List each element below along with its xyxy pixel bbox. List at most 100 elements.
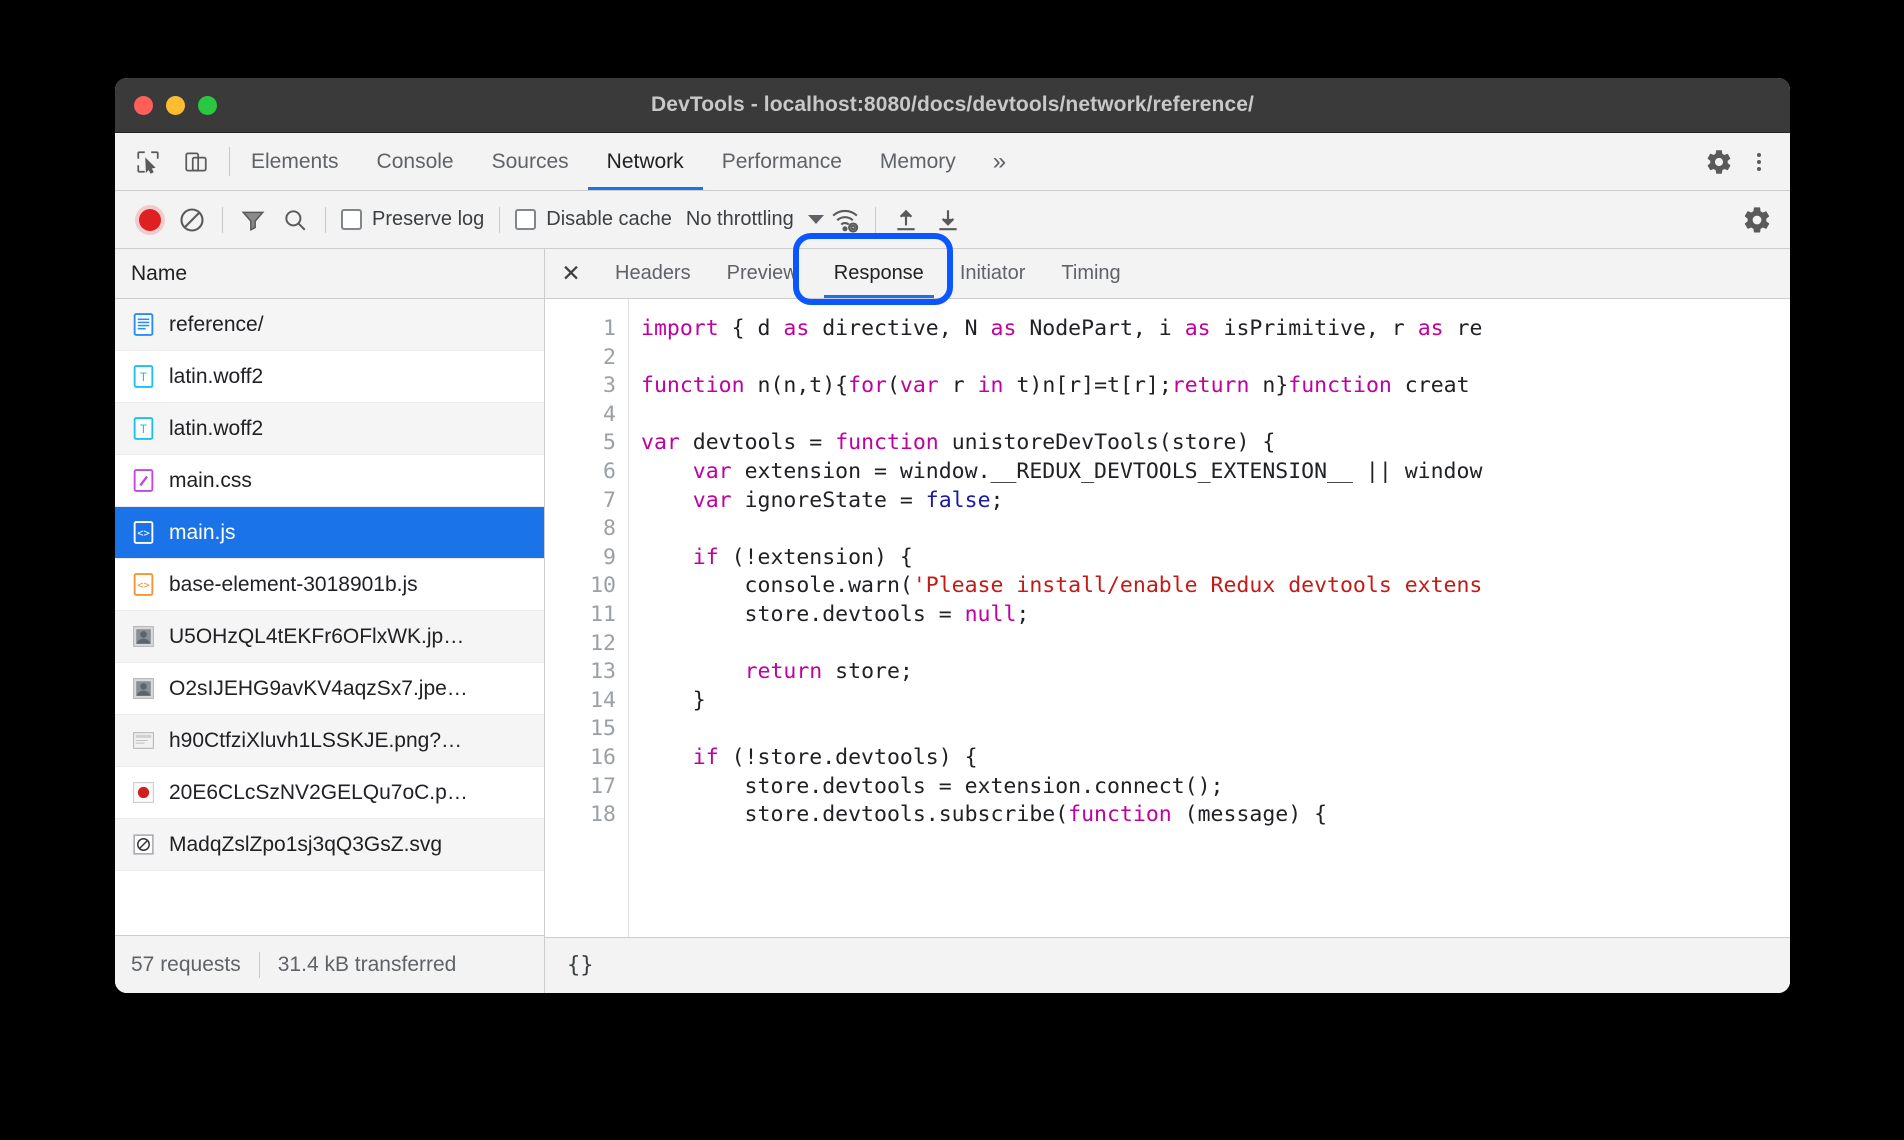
code-token: } — [641, 688, 706, 713]
tab-elements[interactable]: Elements — [232, 133, 358, 190]
tab-timing[interactable]: Timing — [1043, 249, 1138, 298]
code-line — [641, 515, 1790, 544]
request-row[interactable]: MadqZslZpo1sj3qQ3GsZ.svg — [115, 819, 544, 871]
code-line — [641, 715, 1790, 744]
line-number: 17 — [545, 773, 616, 802]
import-har-icon[interactable] — [885, 199, 927, 241]
code-token: creat — [1392, 373, 1470, 398]
code-token: re — [1444, 316, 1483, 341]
request-row[interactable]: T latin.woff2 — [115, 403, 544, 455]
disable-cache-checkbox[interactable]: Disable cache — [509, 208, 678, 231]
request-row[interactable]: U5OHzQL4tEKFr6OFlxWK.jp… — [115, 611, 544, 663]
code-token: console.warn( — [641, 573, 913, 598]
code-line: store.devtools.subscribe(function (messa… — [641, 801, 1790, 830]
requests-column-header[interactable]: Name — [115, 249, 544, 299]
preserve-log-checkbox[interactable]: Preserve log — [335, 208, 490, 231]
request-name: latin.woff2 — [169, 365, 263, 389]
code-line — [641, 630, 1790, 659]
clear-button[interactable] — [171, 199, 213, 241]
code-token: var — [693, 459, 732, 484]
settings-gear-icon[interactable] — [1702, 145, 1736, 179]
tab-sources[interactable]: Sources — [473, 133, 588, 190]
more-options-icon[interactable] — [1742, 145, 1776, 179]
code-token: isPrimitive, r — [1211, 316, 1418, 341]
code-line: if (!extension) { — [641, 544, 1790, 573]
code-token: directive, N — [809, 316, 990, 341]
record-button[interactable] — [129, 199, 171, 241]
inspect-element-icon[interactable] — [131, 145, 165, 179]
pretty-print-bar[interactable]: {} — [545, 937, 1790, 993]
code-token: function — [1288, 373, 1392, 398]
search-button[interactable] — [274, 199, 316, 241]
line-number: 10 — [545, 572, 616, 601]
request-row[interactable]: O2sIJEHG9avKV4aqzSx7.jpe… — [115, 663, 544, 715]
code-line: store.devtools = null; — [641, 601, 1790, 630]
tab-headers[interactable]: Headers — [597, 249, 709, 298]
device-toolbar-icon[interactable] — [179, 145, 213, 179]
code-token: (!extension) { — [719, 545, 913, 570]
response-code-viewer[interactable]: 123456789101112131415161718 import { d a… — [545, 299, 1790, 937]
tab-performance[interactable]: Performance — [703, 133, 861, 190]
code-token: store.devtools.subscribe( — [641, 802, 1068, 827]
close-label: ✕ — [561, 260, 580, 287]
code-token: ignoreState = — [732, 488, 926, 513]
throttling-select[interactable]: No throttling — [678, 208, 824, 231]
code-line: var extension = window.__REDUX_DEVTOOLS_… — [641, 458, 1790, 487]
export-har-icon[interactable] — [927, 199, 969, 241]
network-settings-gear-icon[interactable] — [1736, 199, 1778, 241]
request-row[interactable]: 20E6CLcSzNV2GELQu7oC.p… — [115, 767, 544, 819]
tabbar-divider — [229, 147, 230, 176]
code-line — [641, 401, 1790, 430]
network-conditions-icon[interactable] — [824, 199, 866, 241]
code-token: store; — [822, 659, 913, 684]
tab-initiator[interactable]: Initiator — [942, 249, 1044, 298]
request-row[interactable]: <>base-element-3018901b.js — [115, 559, 544, 611]
requests-list[interactable]: reference/ T latin.woff2 T latin.woff2 m… — [115, 299, 544, 935]
code-token: store.devtools = — [641, 602, 965, 627]
font-icon: T — [131, 416, 156, 441]
line-number: 8 — [545, 515, 616, 544]
close-icon[interactable]: ✕ — [545, 249, 597, 298]
code-token: unistoreDevTools(store) { — [939, 430, 1276, 455]
tab-console[interactable]: Console — [358, 133, 473, 190]
line-number: 4 — [545, 401, 616, 430]
code-token: (!store.devtools) { — [719, 745, 978, 770]
svg-icon — [131, 832, 156, 857]
request-row[interactable]: h90CtfziXluvh1LSSKJE.png?… — [115, 715, 544, 767]
tab-preview[interactable]: Preview — [709, 249, 816, 298]
image-thumbnail-icon — [131, 676, 156, 701]
close-window-button[interactable] — [134, 96, 153, 115]
code-token: as — [1185, 316, 1211, 341]
request-name: h90CtfziXluvh1LSSKJE.png?… — [169, 729, 462, 753]
request-row[interactable]: T latin.woff2 — [115, 351, 544, 403]
tab-network[interactable]: Network — [588, 133, 703, 190]
line-number: 14 — [545, 687, 616, 716]
code-token — [641, 545, 693, 570]
checkbox-box — [515, 209, 536, 230]
line-number: 6 — [545, 458, 616, 487]
tab-response[interactable]: Response — [816, 249, 942, 298]
disable-cache-label: Disable cache — [546, 208, 672, 231]
response-code-content[interactable]: import { d as directive, N as NodePart, … — [629, 299, 1790, 937]
code-token: ; — [991, 488, 1004, 513]
tabbar-left-icons — [115, 133, 227, 190]
subtab-label: Timing — [1061, 262, 1120, 285]
code-line: return store; — [641, 658, 1790, 687]
subtab-label: Response — [834, 262, 924, 285]
code-token: NodePart, i — [1016, 316, 1184, 341]
request-row[interactable]: main.css — [115, 455, 544, 507]
code-line: } — [641, 687, 1790, 716]
more-tabs-label: » — [993, 148, 1006, 176]
minimize-window-button[interactable] — [166, 96, 185, 115]
stylesheet-icon — [131, 468, 156, 493]
traffic-lights — [115, 96, 217, 115]
tab-memory[interactable]: Memory — [861, 133, 975, 190]
more-tabs-icon[interactable]: » — [975, 133, 1024, 190]
request-row[interactable]: reference/ — [115, 299, 544, 351]
request-row[interactable]: <>main.js — [115, 507, 544, 559]
filter-button[interactable] — [232, 199, 274, 241]
maximize-window-button[interactable] — [198, 96, 217, 115]
script-icon: <> — [131, 572, 156, 597]
code-token: return — [1172, 373, 1250, 398]
devtools-window: DevTools - localhost:8080/docs/devtools/… — [115, 78, 1790, 993]
